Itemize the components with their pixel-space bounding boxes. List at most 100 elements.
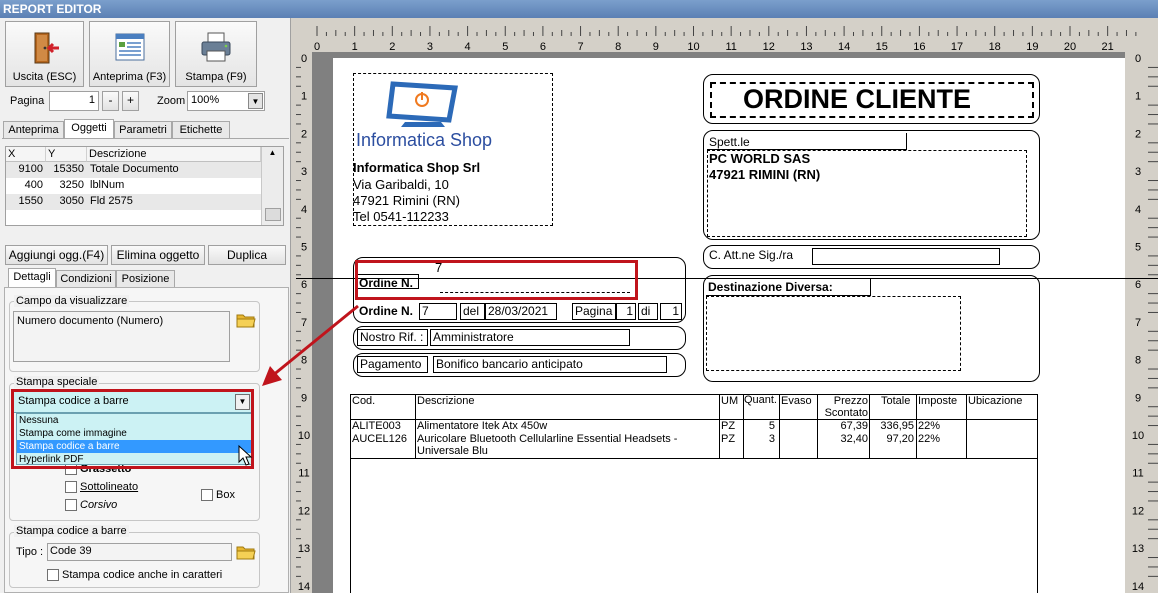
italic-label: Corsivo	[80, 499, 118, 511]
ruler-left-label: 4	[301, 204, 307, 216]
highlight-order	[355, 260, 638, 300]
underline-checkbox[interactable]	[65, 481, 77, 493]
ruler-right-label: 1	[1135, 91, 1141, 103]
ruler-right-label: 9	[1135, 392, 1141, 404]
ruler-top-label: 19	[1026, 41, 1038, 53]
ruler-left-label: 1	[301, 91, 307, 103]
att-label: C. Att.ne Sig./ra	[709, 248, 794, 262]
del-label: del	[460, 303, 485, 320]
barcode-type-field[interactable]: Code 39	[47, 543, 232, 561]
page-input[interactable]: 1	[49, 91, 99, 111]
cell-qty: 3	[768, 433, 775, 445]
ruler-top-label: 1	[352, 41, 358, 53]
stampa-speciale-title: Stampa speciale	[14, 376, 100, 388]
ruler-top-label: 8	[615, 41, 621, 53]
tab-anteprima[interactable]: Anteprima	[3, 121, 64, 139]
ruler-right-label: 3	[1135, 166, 1141, 178]
scroll-thumb[interactable]	[265, 208, 281, 221]
ruler-top-label: 3	[427, 41, 433, 53]
tab-etichette[interactable]: Etichette	[172, 121, 230, 139]
preview-label: Anteprima (F3)	[92, 71, 167, 83]
cell-imposte: 22%	[918, 420, 941, 432]
ruler-left-label: 13	[298, 543, 310, 555]
row-x: 1550	[18, 195, 43, 207]
col-imposte: Imposte	[918, 395, 958, 407]
cell-totale: 97,20	[886, 433, 914, 445]
zoom-value: 100%	[191, 94, 220, 106]
ruler-right-label: 8	[1135, 355, 1141, 367]
ruler-top-label: 12	[763, 41, 775, 53]
order-number: 7	[419, 303, 457, 320]
zoom-select[interactable]: 100% ▼	[187, 91, 265, 111]
ruler-top-label: 21	[1102, 41, 1114, 53]
tab-dettagli[interactable]: Dettagli	[8, 268, 56, 288]
company-phone: Tel 0541-112233	[353, 209, 449, 224]
row-desc: lblNum	[90, 179, 125, 191]
table-row[interactable]: 9100 15350 Totale Documento	[6, 162, 261, 178]
exit-label: Uscita (ESC)	[12, 71, 77, 83]
page-minus-button[interactable]: -	[102, 91, 119, 111]
cell-imposte: 22%	[918, 433, 941, 445]
table-row[interactable]: 400 3250 lblNum	[6, 178, 261, 194]
row-x: 400	[24, 179, 43, 191]
campo-field[interactable]: Numero documento (Numero)	[13, 311, 230, 362]
box-checkbox[interactable]	[201, 489, 213, 501]
add-object-button[interactable]: Aggiungi ogg.(F4)	[5, 245, 108, 265]
chevron-down-icon[interactable]: ▼	[248, 93, 263, 109]
customer-name: PC WORLD SAS	[709, 151, 811, 166]
tab-parametri[interactable]: Parametri	[114, 121, 172, 139]
delete-object-button[interactable]: Elimina oggetto	[111, 245, 205, 265]
also-chars-checkbox[interactable]	[47, 569, 59, 581]
col-descrizione: Descrizione	[417, 395, 475, 407]
cell-desc: Alimentatore Itek Atx 450w	[417, 420, 548, 432]
row-desc: Totale Documento	[90, 163, 179, 175]
ruler-top-label: 11	[725, 41, 736, 53]
campo-title: Campo da visualizzare	[14, 295, 130, 307]
duplicate-button[interactable]: Duplica	[208, 245, 286, 265]
ruler-top-label: 13	[800, 41, 812, 53]
folder-icon[interactable]	[236, 543, 256, 561]
tab-oggetti[interactable]: Oggetti	[64, 119, 114, 139]
red-arrow-icon	[262, 304, 359, 386]
barcode-title: Stampa codice a barre	[14, 525, 129, 537]
box-label: Box	[216, 489, 235, 501]
ruler-right-label: 11	[1132, 468, 1143, 480]
table-row[interactable]	[6, 210, 261, 226]
cell-qty: 5	[768, 420, 775, 432]
tab-condizioni[interactable]: Condizioni	[56, 270, 116, 288]
table-row[interactable]: 1550 3050 Fld 2575	[6, 194, 261, 210]
pagina-label: Pagina	[572, 303, 616, 320]
ruler-left-label: 6	[301, 279, 307, 291]
company-name: Informatica Shop Srl	[353, 160, 481, 175]
italic-checkbox[interactable]	[65, 499, 77, 511]
grid-scrollbar[interactable]: ▲	[261, 147, 283, 225]
company-street: Via Garibaldi, 10	[353, 177, 449, 192]
di-label: di	[638, 303, 658, 320]
table-row[interactable]: AUCEL126 Auricolare Bluetooth Cellularli…	[350, 433, 1038, 459]
ruler-right-label: 12	[1132, 505, 1144, 517]
preview-button[interactable]: Anteprima (F3)	[89, 21, 170, 87]
ruler-left-label: 12	[298, 505, 310, 517]
print-button[interactable]: Stampa (F9)	[175, 21, 257, 87]
ruler-left-label: 2	[301, 128, 307, 140]
ruler-top-label: 20	[1064, 41, 1076, 53]
ruler-top-label: 6	[540, 41, 546, 53]
pagamento-value: Bonifico bancario anticipato	[433, 356, 667, 373]
exit-button[interactable]: Uscita (ESC)	[5, 21, 84, 87]
ruler-top-label: 4	[465, 41, 471, 53]
table-row[interactable]: ALITE003 Alimentatore Itek Atx 450w PZ 5…	[350, 420, 1038, 433]
pagina-value: 1	[616, 303, 636, 320]
print-label: Stampa (F9)	[185, 71, 247, 83]
objects-grid[interactable]: X Y Descrizione 9100 15350 Totale Docume…	[5, 146, 284, 226]
barcode-type-label: Tipo :	[16, 546, 44, 558]
page-plus-button[interactable]: +	[122, 91, 139, 111]
ruler-top-label: 14	[838, 41, 850, 53]
ruler-top-label: 7	[577, 41, 583, 53]
cell-desc: Auricolare Bluetooth Cellularline Essent…	[417, 433, 678, 457]
ruler-right-label: 4	[1135, 204, 1141, 216]
di-value: 1	[660, 303, 682, 320]
tab-posizione[interactable]: Posizione	[116, 270, 175, 288]
col-totale: Totale	[881, 395, 911, 407]
ruler-right-label: 14	[1132, 581, 1144, 593]
scroll-up-icon[interactable]: ▲	[264, 148, 281, 162]
